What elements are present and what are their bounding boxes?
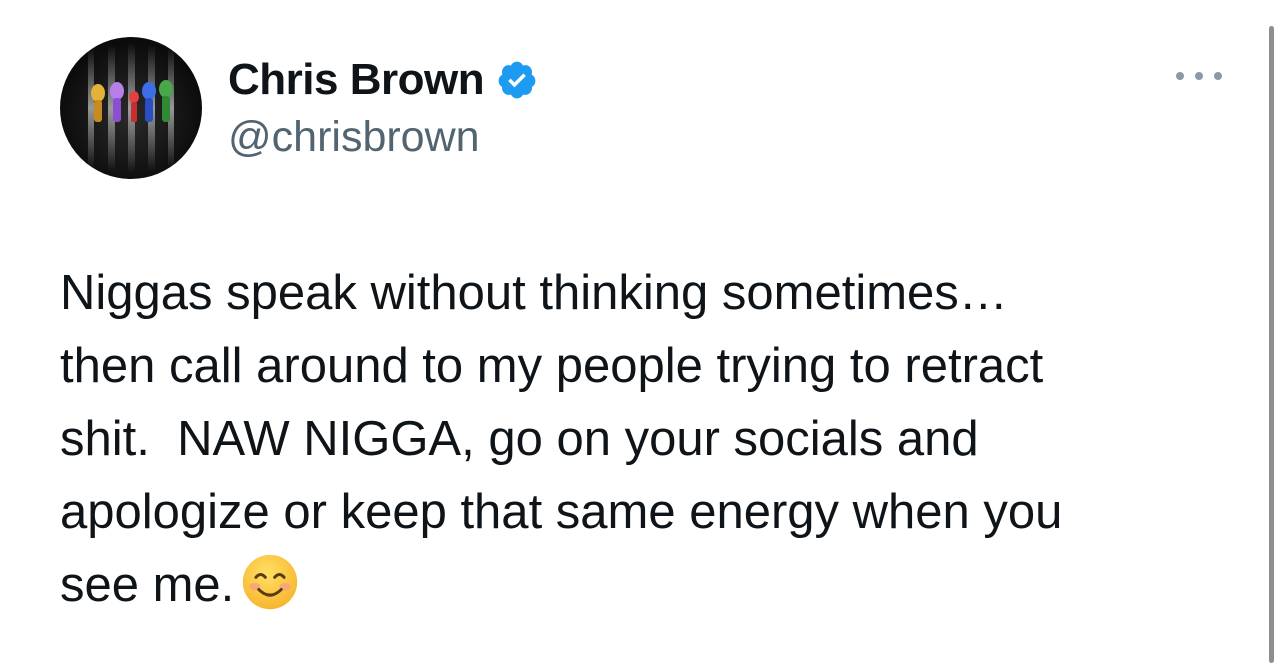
- tweet-line: then call around to my people trying to …: [60, 339, 1044, 393]
- scrollbar[interactable]: [1269, 26, 1274, 663]
- author-handle[interactable]: @chrisbrown: [228, 113, 480, 162]
- verified-badge-icon: [498, 61, 536, 99]
- avatar-image-icon: [88, 43, 174, 173]
- more-dot: [1195, 72, 1203, 80]
- tweet-text: Niggas speak without thinking sometimes……: [60, 257, 1210, 622]
- tweet-line: Niggas speak without thinking sometimes…: [60, 266, 1008, 320]
- author-name-row: Chris Brown: [228, 52, 538, 108]
- tweet-card: Chris Brown @chrisbrown Niggas speak wit…: [0, 0, 1284, 663]
- avatar[interactable]: [60, 37, 202, 179]
- display-name[interactable]: Chris Brown: [228, 55, 485, 105]
- more-dot: [1214, 72, 1222, 80]
- tweet-line: apologize or keep that same energy when …: [60, 485, 1063, 539]
- tweet-line: shit. NAW NIGGA, go on your socials and: [60, 412, 979, 466]
- tweet-line: see me.: [60, 558, 235, 612]
- more-dot: [1176, 72, 1184, 80]
- smiling-face-emoji-icon: [243, 554, 298, 610]
- more-options-icon[interactable]: [1176, 66, 1222, 86]
